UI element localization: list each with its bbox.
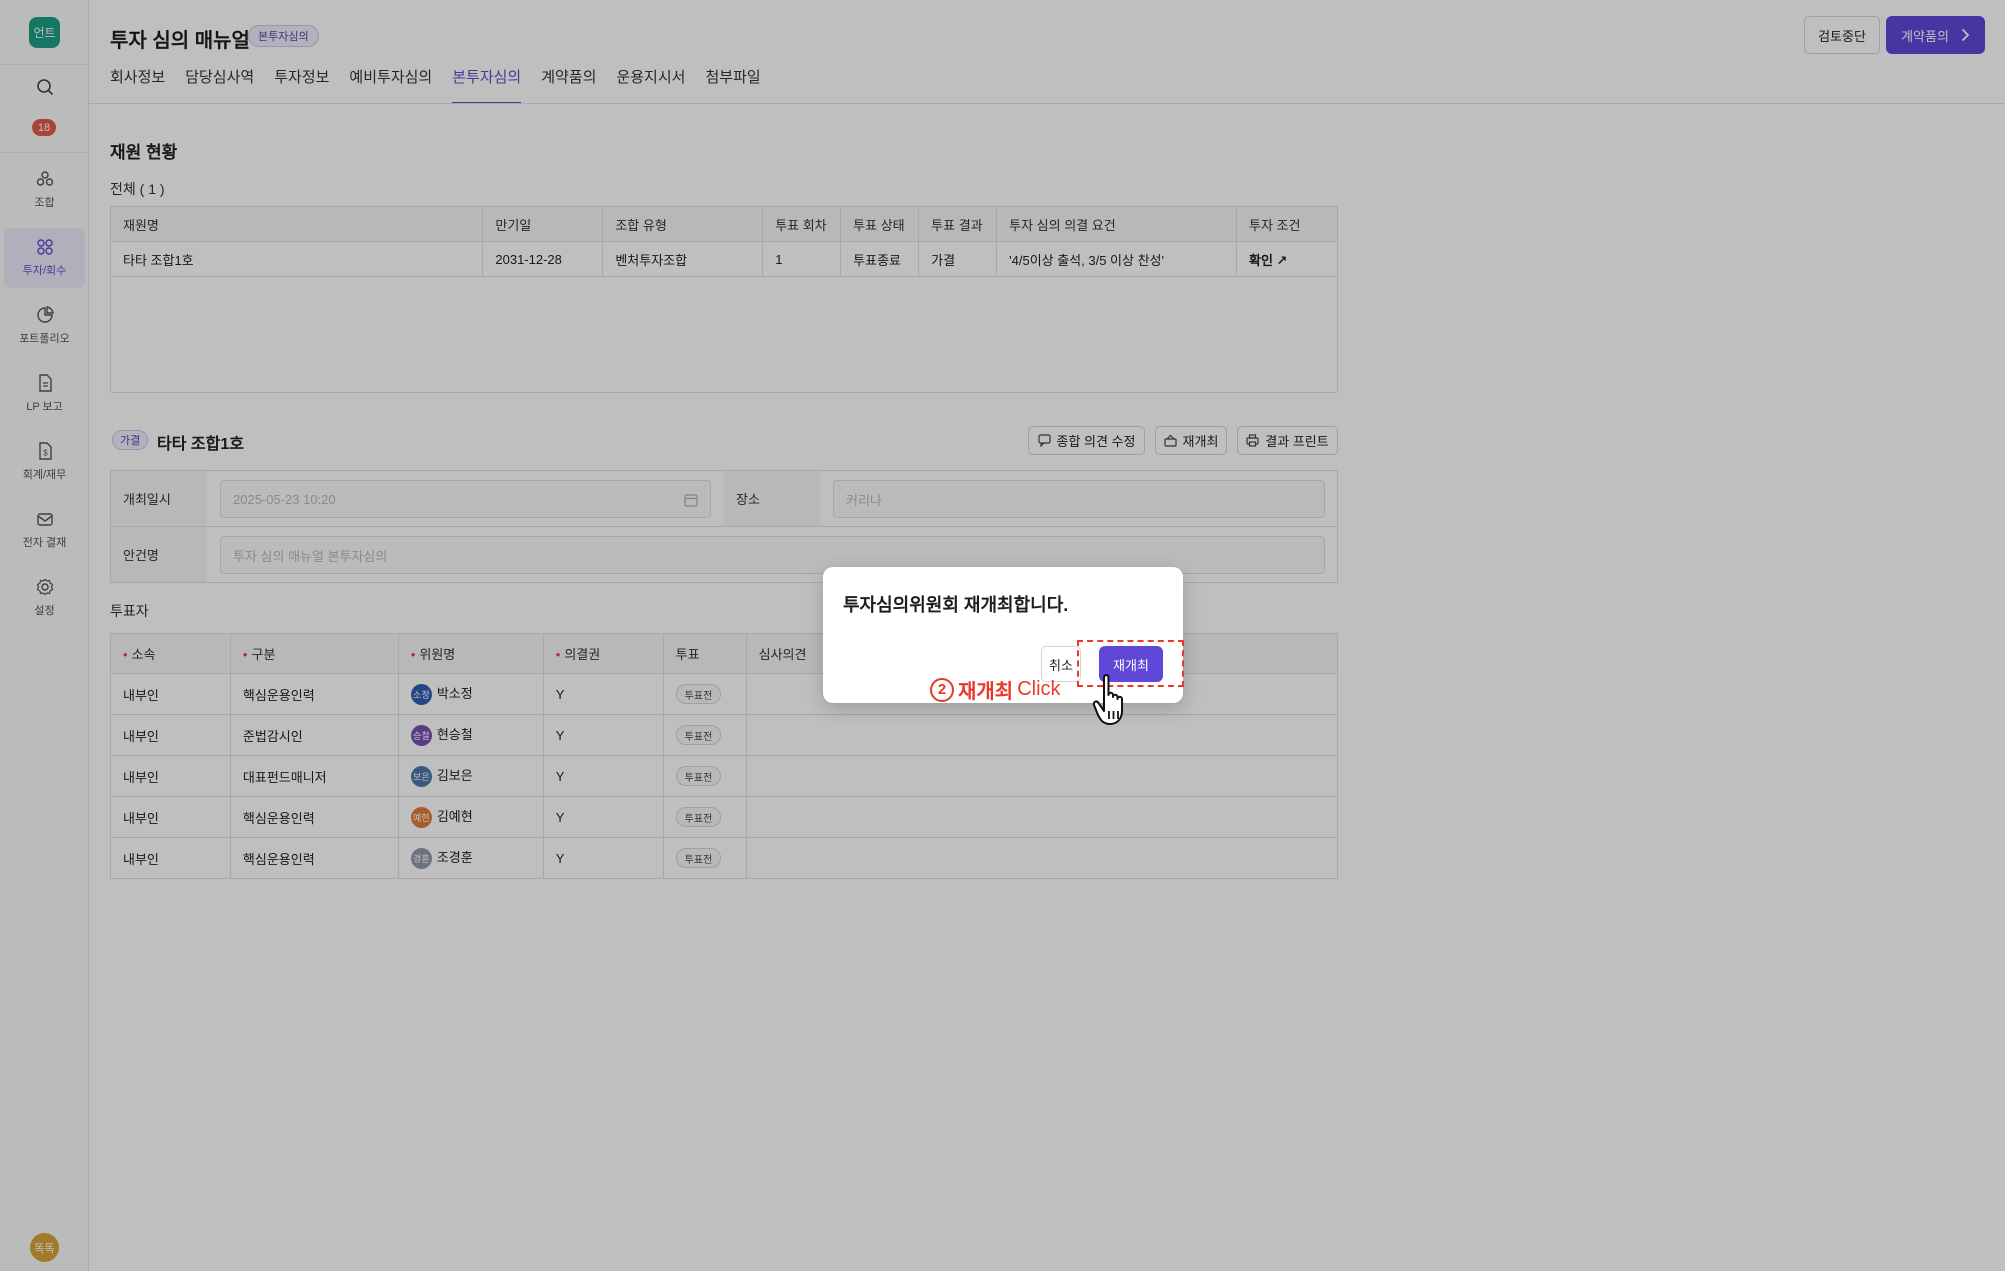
step-verb: Click bbox=[1017, 678, 1061, 700]
step-annotation: 2 재개최 Click bbox=[930, 675, 1061, 704]
step-number: 2 bbox=[930, 677, 954, 702]
step-action: 재개최 bbox=[958, 681, 1014, 703]
dialog-message: 투자심의위원회 재개최합니다. bbox=[843, 595, 1069, 615]
hand-cursor-icon bbox=[1092, 674, 1123, 725]
